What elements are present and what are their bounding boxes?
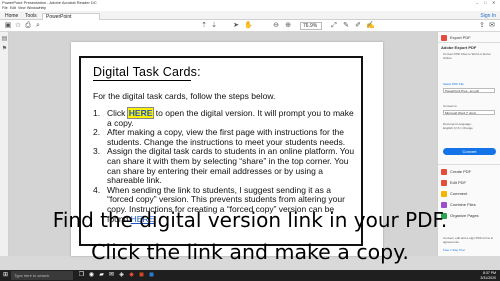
- step-number: 3.: [93, 146, 101, 157]
- create-pdf-icon: [441, 168, 447, 175]
- select-file-label[interactable]: Select PDF File: [443, 82, 498, 86]
- browser-icon[interactable]: ◉: [88, 272, 95, 279]
- start-icon[interactable]: ⊞: [2, 272, 9, 279]
- bookmarks-icon[interactable]: ⚑: [1, 46, 8, 53]
- toolbar: ▣ ☆ ⎙ ⌕ ⇡ ⇣ ➤ ✋ ⊖ ⊕ 76.9% ⤢ ✎ ✐ ✍ ⇪ ✉: [0, 20, 500, 32]
- title-underline: [93, 80, 191, 81]
- task-view-icon[interactable]: ❐: [78, 272, 85, 279]
- tool-comment[interactable]: Comment: [441, 190, 467, 197]
- word-icon[interactable]: ◼: [148, 272, 155, 279]
- tab-document[interactable]: PowerPoint Presentati...: [42, 13, 100, 27]
- list-item: 1. Click HERE to open the digital versio…: [93, 107, 355, 128]
- divider: [438, 42, 500, 43]
- divider: [438, 164, 500, 165]
- file-select[interactable]: PowerPoint Pres...ion.pdf: [443, 88, 495, 93]
- steps-list: 1. Click HERE to open the digital versio…: [93, 107, 355, 224]
- clock-date: 3/31/2020: [480, 275, 496, 280]
- fit-page-icon[interactable]: ⤢: [330, 22, 338, 30]
- clock-time: 8:37 PM: [482, 271, 496, 275]
- step-number: 1.: [93, 108, 101, 118]
- caption-line-2: Click the link and make a copy.: [91, 240, 409, 264]
- tab-tools[interactable]: Tools: [22, 13, 40, 20]
- sign-in-link[interactable]: Sign In: [480, 13, 496, 19]
- share-icon[interactable]: ⇪: [478, 22, 486, 30]
- card-title: Digital Task Cards:: [93, 65, 201, 79]
- step-text: Click: [107, 108, 128, 118]
- save-icon[interactable]: ▣: [4, 22, 12, 30]
- taskbar-search-input[interactable]: Type here to search: [11, 271, 73, 280]
- card-intro: For the digital task cards, follow the s…: [93, 91, 276, 101]
- caption-line-1: Find the digital version link in your PD…: [52, 208, 448, 232]
- page-down-icon[interactable]: ⇣: [210, 22, 218, 30]
- folder-icon[interactable]: ▰: [98, 272, 105, 279]
- convert-to-label: Convert to: [443, 104, 457, 108]
- page-up-icon[interactable]: ⇡: [200, 22, 208, 30]
- step-text: After making a copy, view the first page…: [107, 127, 346, 147]
- format-select[interactable]: Microsoft Word (*.docx): [443, 110, 495, 115]
- mail-app-icon[interactable]: ✉: [108, 272, 115, 279]
- panel-heading: Adobe Export PDF: [441, 45, 477, 50]
- search-icon[interactable]: ⌕: [34, 22, 42, 30]
- zoom-in-icon[interactable]: ⊕: [284, 22, 292, 30]
- tool-combine-files[interactable]: Combine Files: [441, 201, 476, 208]
- tab-bar: Home Tools PowerPoint Presentati... Sign…: [0, 11, 500, 27]
- comment-icon[interactable]: ✎: [342, 22, 350, 30]
- acrobat-taskbar-icon[interactable]: ◆: [128, 272, 135, 279]
- panel-description: Convert PDF Files to Word or Excel Onlin…: [443, 52, 491, 60]
- acrobat-window: PowerPoint Presentation - Adobe Acrobat …: [0, 0, 500, 281]
- zoom-out-icon[interactable]: ⊖: [272, 22, 280, 30]
- windows-taskbar: ⊞ Type here to search ❐ ◉ ▰ ✉ ◈ ◆ ◼ ◼ 8:…: [0, 270, 500, 281]
- taskbar-clock[interactable]: 8:37 PM 3/31/2020: [480, 271, 496, 280]
- tool-edit-pdf[interactable]: Edit PDF: [441, 179, 466, 186]
- print-icon[interactable]: ⎙: [24, 22, 32, 30]
- list-item: 2. After making a copy, view the first p…: [93, 127, 355, 147]
- list-item: 3. Assign the digital task cards to stud…: [93, 147, 355, 185]
- select-cursor-icon[interactable]: ➤: [232, 22, 240, 30]
- bookmark-icon[interactable]: ☆: [14, 22, 22, 30]
- tab-home[interactable]: Home: [2, 13, 21, 20]
- store-icon[interactable]: ◈: [118, 272, 125, 279]
- export-pdf-header[interactable]: Export PDF: [441, 34, 471, 41]
- powerpoint-icon[interactable]: ◼: [138, 272, 145, 279]
- step-text: Assign the digital task cards to student…: [107, 146, 355, 186]
- hand-tool-icon[interactable]: ✋: [244, 22, 253, 30]
- convert-button[interactable]: Convert: [443, 148, 496, 155]
- page-thumbnails-icon[interactable]: ▤: [1, 36, 8, 43]
- step-number: 2.: [93, 127, 101, 138]
- language-value[interactable]: English (U.S.) Change: [443, 126, 498, 130]
- mail-icon[interactable]: ✉: [488, 22, 496, 30]
- zoom-level-field[interactable]: 76.9%: [300, 22, 322, 30]
- sign-icon[interactable]: ✍: [366, 22, 375, 30]
- edit-pdf-icon: [441, 179, 447, 186]
- tool-create-pdf[interactable]: Create PDF: [441, 168, 471, 175]
- digital-version-link[interactable]: HERE: [126, 107, 155, 119]
- highlight-icon[interactable]: ✐: [354, 22, 362, 30]
- export-pdf-icon: [441, 34, 447, 41]
- comment-tool-icon: [441, 190, 447, 197]
